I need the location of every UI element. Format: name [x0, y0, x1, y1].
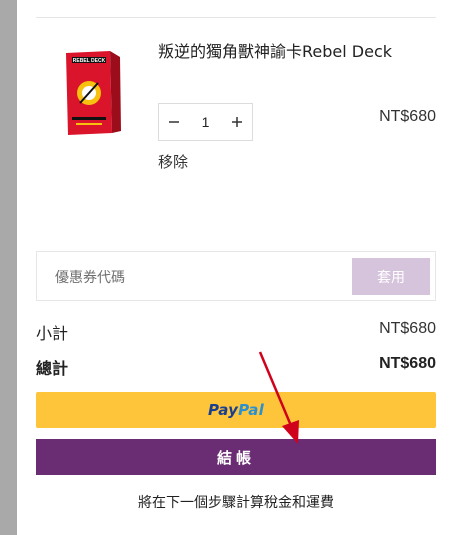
paypal-logo-pay: Pay [208, 401, 239, 419]
cart-drawer: REBEL DECK 叛逆的獨角獸神諭卡Rebel Deck 1 NT$680 … [0, 0, 455, 535]
checkout-button[interactable]: 結帳 [36, 439, 436, 475]
paypal-logo-pal: Pal [238, 401, 264, 419]
product-title[interactable]: 叛逆的獨角獸神諭卡Rebel Deck [158, 42, 438, 62]
coupon-input[interactable] [53, 266, 337, 290]
minus-icon [169, 121, 179, 123]
apply-coupon-button[interactable]: 套用 [352, 258, 430, 295]
subtotal-label: 小計 [36, 324, 69, 343]
remove-item-link[interactable]: 移除 [158, 151, 188, 172]
total-label: 總計 [36, 359, 69, 378]
thumbnail-text: REBEL DECK [73, 58, 106, 64]
paypal-logo: PayPal [208, 401, 264, 419]
paypal-button[interactable]: PayPal [36, 392, 436, 428]
plus-icon [231, 117, 242, 127]
quantity-stepper: 1 [158, 103, 253, 141]
subtotal-value: NT$680 [379, 320, 436, 337]
divider [36, 17, 436, 18]
quantity-value[interactable]: 1 [202, 114, 210, 130]
increase-quantity-button[interactable] [222, 104, 252, 140]
overlay-strip [0, 0, 17, 535]
decrease-quantity-button[interactable] [159, 104, 189, 140]
product-thumbnail[interactable]: REBEL DECK [58, 47, 136, 137]
tax-shipping-note: 將在下一個步驟計算稅金和運費 [138, 495, 334, 511]
item-price: NT$680 [379, 108, 436, 125]
total-value: NT$680 [379, 355, 436, 372]
